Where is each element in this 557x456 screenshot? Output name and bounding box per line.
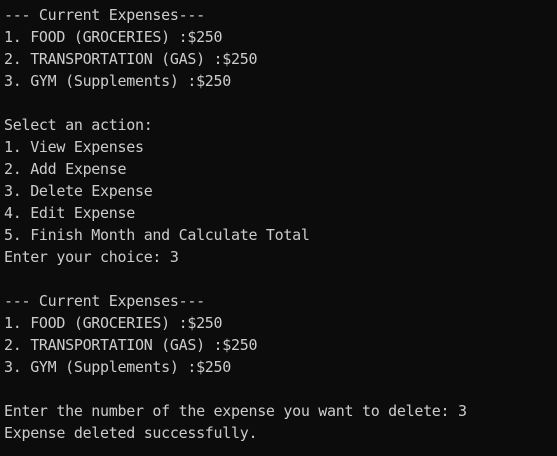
expense-line-transportation: 2. TRANSPORTATION (GAS) :$250 <box>4 50 258 68</box>
expense-line-transportation: 2. TRANSPORTATION (GAS) :$250 <box>4 336 258 354</box>
delete-prompt-line: Enter the number of the expense you want… <box>4 402 467 420</box>
expense-line-gym: 3. GYM (Supplements) :$250 <box>4 358 232 376</box>
menu-prompt-line: Select an action: <box>4 116 153 134</box>
choice-input-line: Enter your choice: 3 <box>4 248 179 266</box>
status-message-line: Expense deleted successfully. <box>4 424 258 442</box>
menu-option-finish: 5. Finish Month and Calculate Total <box>4 226 310 244</box>
expense-line-food: 1. FOOD (GROCERIES) :$250 <box>4 314 223 332</box>
expenses-header-line: --- Current Expenses--- <box>4 292 205 310</box>
expense-line-gym: 3. GYM (Supplements) :$250 <box>4 72 232 90</box>
menu-option-edit: 4. Edit Expense <box>4 204 135 222</box>
menu-option-delete: 3. Delete Expense <box>4 182 153 200</box>
expense-line-food: 1. FOOD (GROCERIES) :$250 <box>4 28 223 46</box>
terminal-output[interactable]: --- Current Expenses--- 1. FOOD (GROCERI… <box>0 0 557 456</box>
menu-option-add: 2. Add Expense <box>4 160 127 178</box>
menu-option-view: 1. View Expenses <box>4 138 144 156</box>
expenses-header-line: --- Current Expenses--- <box>4 6 205 24</box>
